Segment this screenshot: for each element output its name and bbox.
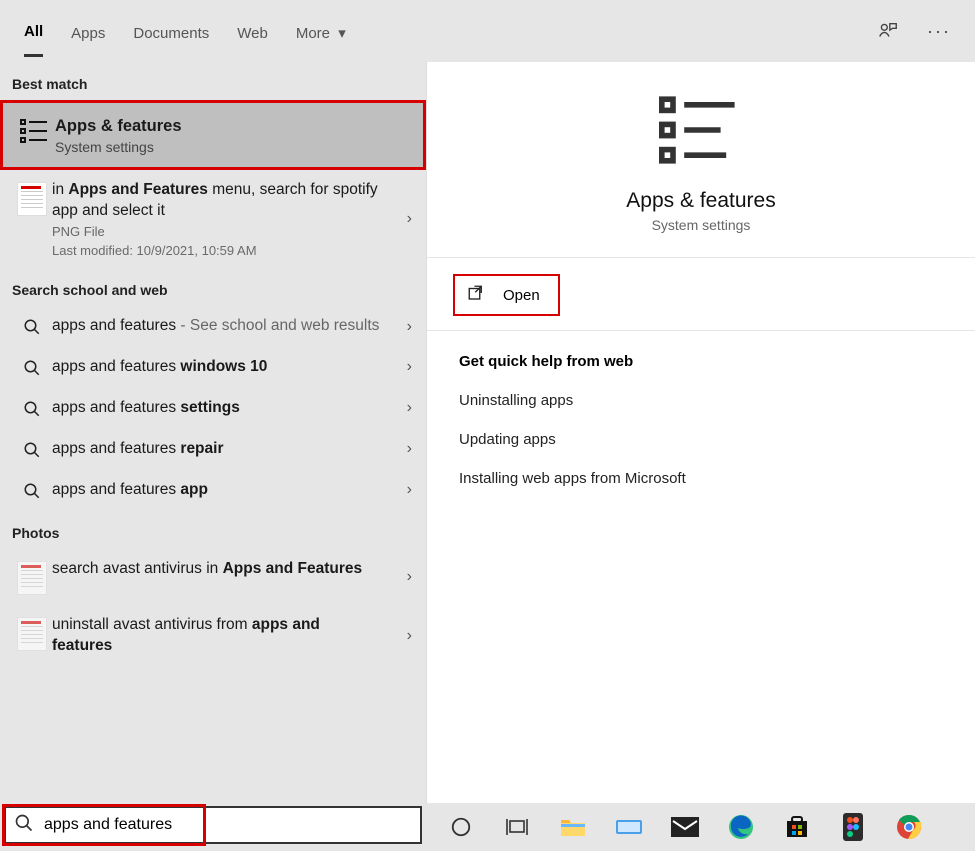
search-icon (12, 439, 52, 459)
web-result-title: apps and features settings (52, 398, 384, 419)
chrome-icon[interactable] (892, 810, 926, 844)
section-search-web: Search school and web (0, 268, 426, 306)
best-match-subtitle: System settings (55, 139, 381, 155)
search-icon (12, 398, 52, 418)
edge-icon[interactable] (724, 810, 758, 844)
section-best-match: Best match (0, 62, 426, 100)
onscreen-keyboard-icon[interactable] (612, 810, 646, 844)
tab-more-label: More (296, 25, 330, 42)
open-label: Open (503, 287, 540, 304)
chevron-right-icon: › (407, 399, 412, 417)
search-icon (12, 480, 52, 500)
feedback-icon[interactable] (877, 20, 899, 42)
best-match-title: Apps & features (55, 115, 381, 137)
tab-all[interactable]: All (24, 5, 43, 57)
taskbar (426, 803, 975, 851)
open-external-icon (467, 284, 485, 306)
chevron-down-icon: ▾ (338, 25, 346, 42)
help-link-updating[interactable]: Updating apps (459, 431, 943, 448)
png-thumbnail-icon (12, 615, 52, 651)
mail-icon[interactable] (668, 810, 702, 844)
section-photos: Photos (0, 511, 426, 549)
web-result-4[interactable]: apps and features app › (0, 470, 426, 511)
png-result-title: in Apps and Features menu, search for sp… (52, 180, 384, 222)
divider (427, 330, 975, 331)
cortana-icon[interactable] (444, 810, 478, 844)
help-header: Get quick help from web (459, 353, 943, 370)
more-options-icon[interactable]: ··· (927, 21, 951, 42)
chevron-right-icon: › (407, 440, 412, 458)
task-view-icon[interactable] (500, 810, 534, 844)
help-link-uninstalling[interactable]: Uninstalling apps (459, 392, 943, 409)
png-thumbnail-icon (12, 180, 52, 216)
tab-more[interactable]: More ▾ (296, 6, 346, 56)
list-settings-icon (15, 115, 55, 145)
tab-apps[interactable]: Apps (71, 7, 105, 56)
photo-result-1[interactable]: uninstall avast antivirus from apps and … (0, 605, 426, 667)
chevron-right-icon: › (407, 318, 412, 336)
search-icon (14, 813, 34, 838)
search-box[interactable] (4, 806, 422, 844)
microsoft-store-icon[interactable] (780, 810, 814, 844)
search-input[interactable] (34, 816, 412, 834)
web-result-title: apps and features windows 10 (52, 357, 384, 378)
search-icon (12, 316, 52, 336)
chevron-right-icon: › (407, 358, 412, 376)
detail-title: Apps & features (437, 189, 965, 213)
help-link-installing-web[interactable]: Installing web apps from Microsoft (459, 470, 943, 487)
result-best-match[interactable]: Apps & features System settings (0, 100, 426, 170)
chevron-right-icon: › (407, 568, 412, 586)
search-icon (12, 357, 52, 377)
png-thumbnail-icon (12, 559, 52, 595)
figma-icon[interactable] (836, 810, 870, 844)
file-explorer-icon[interactable] (556, 810, 590, 844)
png-result-modified: Last modified: 10/9/2021, 10:59 AM (52, 243, 384, 258)
tab-documents[interactable]: Documents (133, 7, 209, 56)
photo-result-0[interactable]: search avast antivirus in Apps and Featu… (0, 549, 426, 605)
web-result-3[interactable]: apps and features repair › (0, 429, 426, 470)
chevron-right-icon: › (407, 481, 412, 499)
web-result-title: apps and features app (52, 480, 384, 501)
web-result-title: apps and features - See school and web r… (52, 316, 384, 337)
photo-result-title: search avast antivirus in Apps and Featu… (52, 559, 384, 580)
png-result-filetype: PNG File (52, 224, 384, 239)
web-result-2[interactable]: apps and features settings › (0, 388, 426, 429)
web-result-title: apps and features repair (52, 439, 384, 460)
photo-result-title: uninstall avast antivirus from apps and … (52, 615, 384, 657)
web-result-0[interactable]: apps and features - See school and web r… (0, 306, 426, 347)
detail-subtitle: System settings (437, 217, 965, 233)
result-png-file[interactable]: in Apps and Features menu, search for sp… (0, 170, 426, 268)
chevron-right-icon: › (407, 210, 412, 228)
chevron-right-icon: › (407, 627, 412, 645)
web-result-1[interactable]: apps and features windows 10 › (0, 347, 426, 388)
list-settings-large-icon (659, 90, 743, 175)
tab-web[interactable]: Web (237, 7, 268, 56)
open-button[interactable]: Open (453, 274, 560, 316)
